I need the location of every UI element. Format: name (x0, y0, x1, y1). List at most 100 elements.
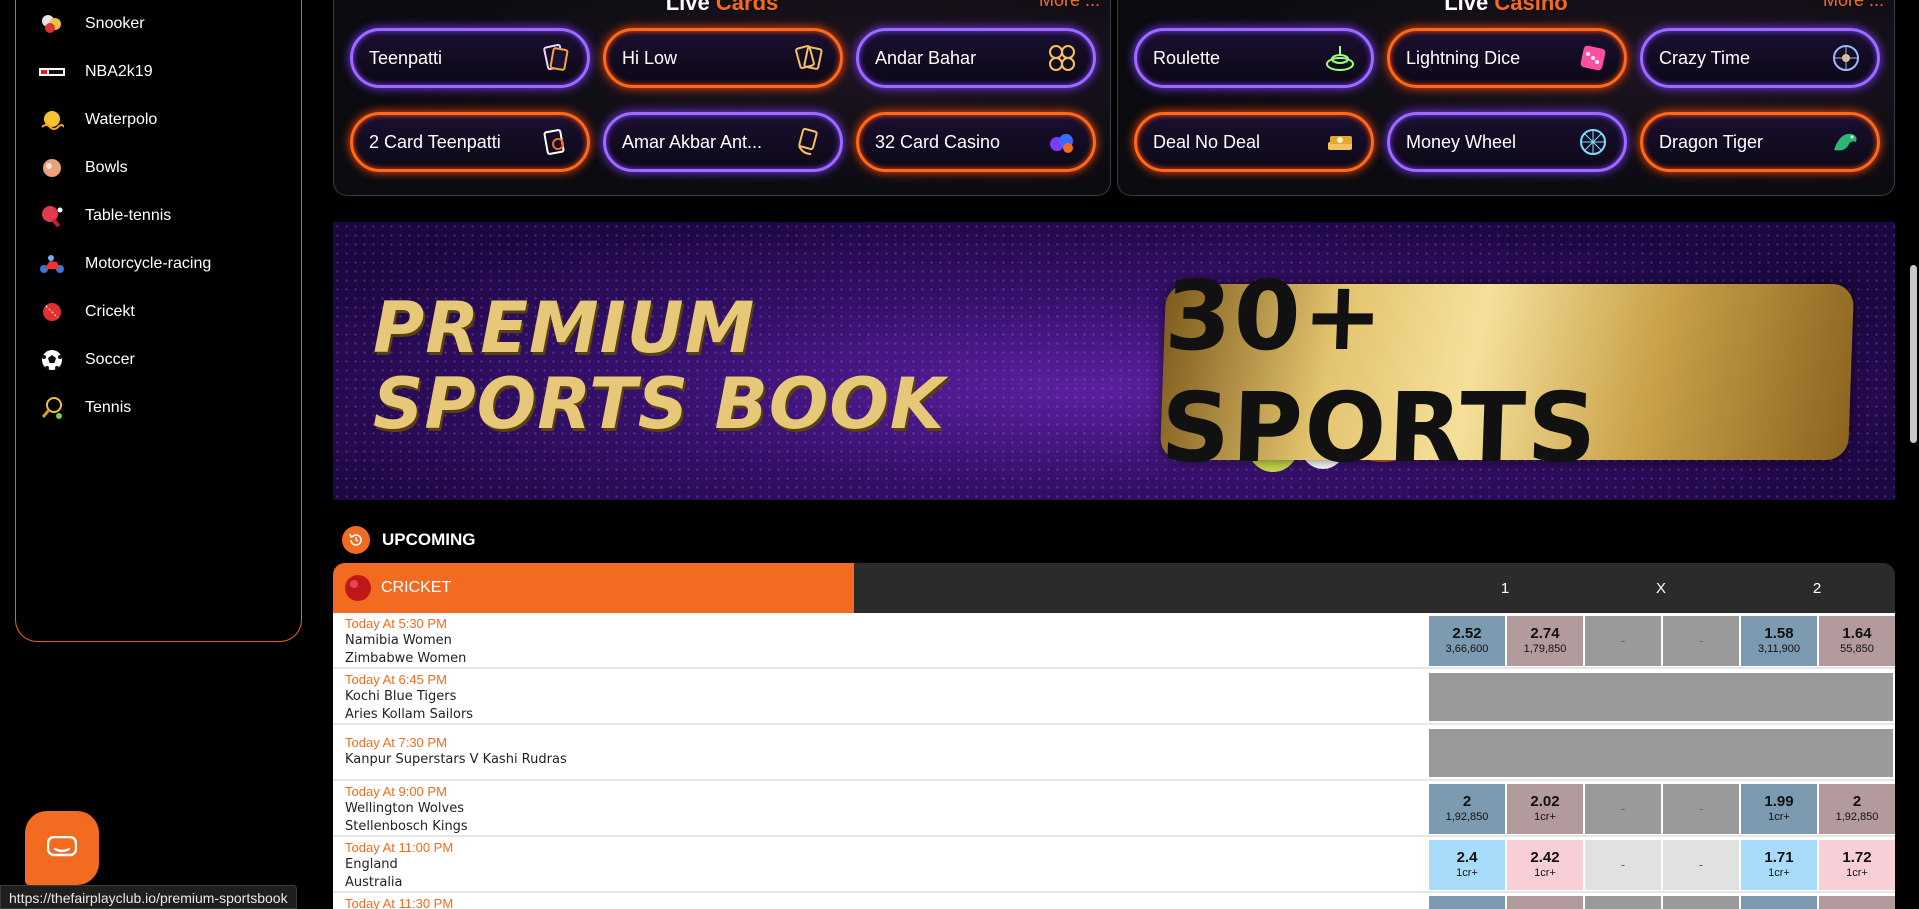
sport-header-cricket[interactable]: CRICKET (333, 563, 854, 613)
sidebar-item-soccer[interactable]: Soccer (16, 336, 301, 384)
odd-back-2[interactable]: 1.99 1cr+ (1741, 784, 1817, 834)
game-label: 2 Card Teenpatti (369, 131, 501, 152)
suspended-odds (1429, 729, 1893, 777)
odd-lay-2[interactable]: 1.72 1cr+ (1819, 840, 1895, 890)
money-stack-icon (1323, 125, 1357, 159)
upcoming-table: CRICKET 1 X 2 Today At 5:30 PM Namibia W… (333, 563, 1895, 909)
odd-lay-1[interactable] (1507, 896, 1583, 909)
odd-value: 2.42 (1530, 849, 1560, 866)
cards-icon (539, 41, 573, 75)
live-cards-more-link[interactable]: More ... (1039, 0, 1100, 11)
game-label: Amar Akbar Ant... (622, 131, 763, 152)
odd-value: - (1698, 857, 1704, 872)
odd-back-x[interactable] (1585, 896, 1661, 909)
live-casino-title: Live Casino (1118, 0, 1894, 16)
game-32-card-casino[interactable]: 32 Card Casino (856, 112, 1096, 172)
odd-value: 2.74 (1530, 625, 1560, 642)
odd-value: 2.52 (1452, 625, 1482, 642)
match-row[interactable]: Today At 11:00 PM England Australia 2.4 1… (333, 837, 1895, 893)
odd-lay-x[interactable]: - (1663, 840, 1739, 890)
odd-lay-1[interactable]: 2.02 1cr+ (1507, 784, 1583, 834)
game-money-wheel[interactable]: Money Wheel (1387, 112, 1627, 172)
game-roulette[interactable]: Roulette (1134, 28, 1374, 88)
upcoming-header: UPCOMING (342, 526, 476, 554)
live-casino-more-link[interactable]: More ... (1823, 0, 1884, 11)
cricket-icon (39, 299, 65, 325)
sidebar-item-label: Bowls (85, 159, 128, 176)
odd-size: 1,92,850 (1445, 811, 1489, 823)
sidebar-item-tennis[interactable]: Tennis (16, 384, 301, 432)
cards-icon (792, 41, 826, 75)
premium-sportsbook-banner[interactable]: PREMIUM SPORTS BOOK 30+ SPORTS (333, 222, 1895, 500)
dice-icon (1576, 41, 1610, 75)
game-lightning-dice[interactable]: Lightning Dice (1387, 28, 1627, 88)
odd-lay-x[interactable] (1663, 896, 1739, 909)
game-dragon-tiger[interactable]: Dragon Tiger (1640, 112, 1880, 172)
sidebar-item-bowls[interactable]: Bowls (16, 144, 301, 192)
game-crazy-time[interactable]: Crazy Time (1640, 28, 1880, 88)
odd-back-2[interactable]: 1.71 1cr+ (1741, 840, 1817, 890)
chat-button[interactable] (25, 811, 99, 885)
game-hi-low[interactable]: Hi Low (603, 28, 843, 88)
sidebar-item-waterpolo[interactable]: Waterpolo (16, 96, 301, 144)
odd-lay-2[interactable]: 2 1,92,850 (1819, 784, 1895, 834)
table-header: CRICKET 1 X 2 (333, 563, 1895, 613)
odd-lay-x[interactable]: - (1663, 616, 1739, 666)
sports-sidebar: Snooker NBA2k19 Waterpolo Bowls Table-te… (15, 0, 302, 642)
odd-lay-1[interactable]: 2.42 1cr+ (1507, 840, 1583, 890)
odd-lay-2[interactable]: 1.64 55,850 (1819, 616, 1895, 666)
live-cards-title: Live Cards (334, 0, 1110, 16)
game-2-card-teenpatti[interactable]: 2 Card Teenpatti (350, 112, 590, 172)
game-label: Dragon Tiger (1659, 131, 1764, 152)
odds-group: 2.52 3,66,600 2.74 1,79,850 - - 1.58 3,11,9… (1429, 616, 1895, 666)
odd-lay-x[interactable]: - (1663, 784, 1739, 834)
sidebar-item-label: Cricekt (85, 303, 135, 320)
banner-badge: 30+ SPORTS (1159, 260, 1855, 484)
odd-size: 1,79,850 (1523, 643, 1567, 655)
odd-value: - (1698, 801, 1704, 816)
sidebar-item-motorcycle-racing[interactable]: Motorcycle-racing (16, 240, 301, 288)
nba2k19-icon (39, 59, 65, 85)
sidebar-item-label: Motorcycle-racing (85, 255, 212, 272)
banner-badge-text: 30+ SPORTS (1159, 260, 1601, 484)
game-andar-bahar[interactable]: Andar Bahar (856, 28, 1096, 88)
odd-back-1[interactable]: 2 1,92,850 (1429, 784, 1505, 834)
chat-icon (47, 836, 77, 857)
match-row[interactable]: Today At 5:30 PM Namibia Women Zimbabwe … (333, 613, 1895, 669)
match-row[interactable]: Today At 11:30 PM (333, 893, 1895, 909)
odd-back-x[interactable]: - (1585, 840, 1661, 890)
sidebar-item-nba2k19[interactable]: NBA2k19 (16, 48, 301, 96)
odd-back-1[interactable]: 2.52 3,66,600 (1429, 616, 1505, 666)
odd-size: 1cr+ (1534, 811, 1556, 823)
match-row[interactable]: Today At 6:45 PM Kochi Blue Tigers Aries… (333, 669, 1895, 725)
title-accent: Cards (715, 0, 779, 15)
odd-value: 1.72 (1842, 849, 1872, 866)
odd-lay-1[interactable]: 2.74 1,79,850 (1507, 616, 1583, 666)
sidebar-item-label: Snooker (85, 15, 145, 32)
sidebar-item-label: Table-tennis (85, 207, 172, 224)
odd-back-1[interactable]: 2.4 1cr+ (1429, 840, 1505, 890)
sidebar-item-label: Tennis (85, 399, 132, 416)
match-row[interactable]: Today At 7:30 PM Kanpur Superstars V Kas… (333, 725, 1895, 781)
game-deal-no-deal[interactable]: Deal No Deal (1134, 112, 1374, 172)
odd-back-2[interactable] (1741, 896, 1817, 909)
page-scrollbar[interactable] (1907, 0, 1919, 909)
odd-back-x[interactable]: - (1585, 616, 1661, 666)
odd-back-1[interactable] (1429, 896, 1505, 909)
game-teenpatti[interactable]: Teenpatti (350, 28, 590, 88)
scrollbar-thumb[interactable] (1910, 265, 1917, 443)
odd-back-x[interactable]: - (1585, 784, 1661, 834)
sidebar-item-snooker[interactable]: Snooker (16, 0, 301, 48)
odd-lay-2[interactable] (1819, 896, 1895, 909)
roulette-icon (1323, 41, 1357, 75)
sports-list: Snooker NBA2k19 Waterpolo Bowls Table-te… (16, 0, 301, 432)
game-label: Money Wheel (1406, 131, 1517, 152)
sidebar-item-table-tennis[interactable]: Table-tennis (16, 192, 301, 240)
odd-back-2[interactable]: 1.58 3,11,900 (1741, 616, 1817, 666)
match-row[interactable]: Today At 9:00 PM Wellington Wolves Stell… (333, 781, 1895, 837)
sidebar-item-cricket[interactable]: Cricekt (16, 288, 301, 336)
waterpolo-icon (39, 107, 65, 133)
status-bar-url: https://thefairplayclub.io/premium-sport… (0, 885, 297, 909)
hand-cards-icon (792, 125, 826, 159)
game-amar-akbar-anthony[interactable]: Amar Akbar Ant... (603, 112, 843, 172)
